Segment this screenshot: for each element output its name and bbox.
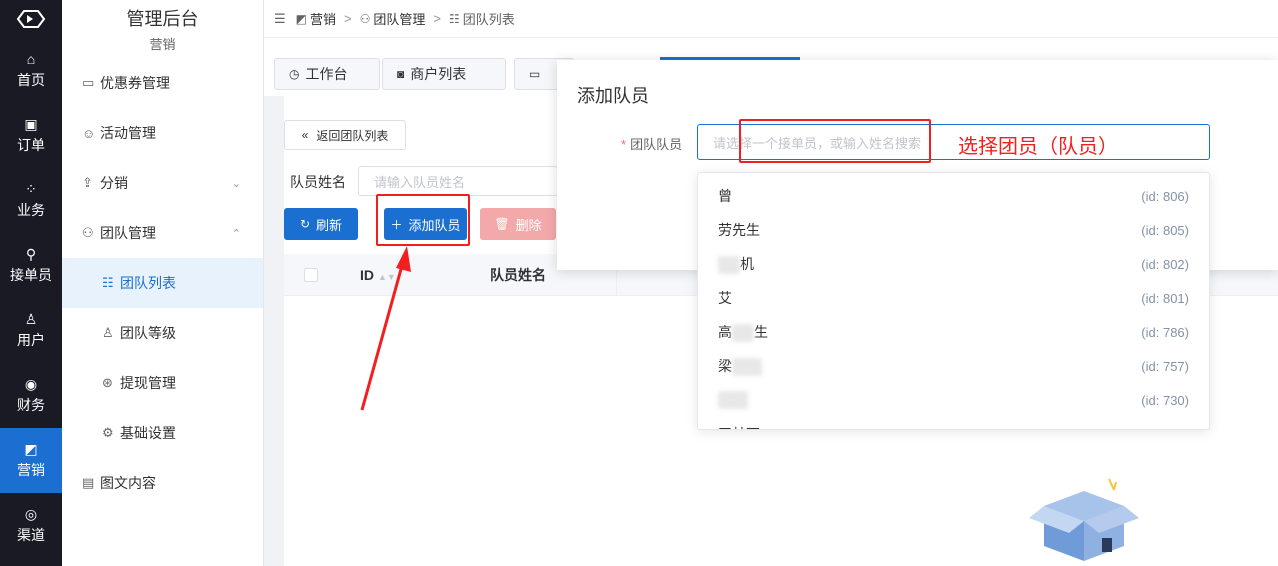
annotation-arrow [360, 246, 411, 411]
